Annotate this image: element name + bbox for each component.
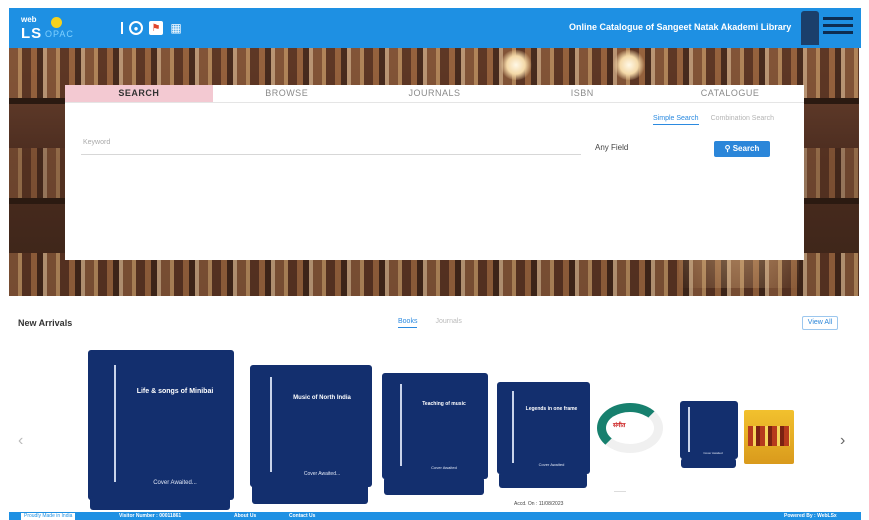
emblem-text-lines (823, 17, 853, 38)
book-author: Cover Awaited (703, 451, 723, 455)
book-author: Cover Awaited... (153, 480, 197, 486)
accession-caption: Accd. On : 11/08/2023 (514, 501, 564, 507)
book-author: Cover Awaited (538, 462, 565, 467)
book-spine (270, 377, 272, 473)
flag-icon[interactable]: ⚑ (149, 21, 163, 35)
logo-web-text: web (21, 15, 37, 24)
book-card[interactable]: Life & songs of Minibai Cover Awaited... (88, 350, 234, 500)
arrivals-tabs: Books Journals (398, 318, 462, 328)
tab-search[interactable]: SEARCH (65, 85, 213, 103)
book-card[interactable]: Teaching of music Cover Awaited (382, 373, 488, 479)
search-mode-links: Simple Search Combination Search (653, 115, 774, 125)
book-author: Cover Awaited (431, 465, 457, 470)
book-pages (384, 477, 484, 495)
weblsx-logo[interactable]: web LS OPAC (21, 14, 91, 44)
book-author: Cover Awaited... (303, 471, 341, 477)
search-button[interactable]: ⚲ Search (714, 141, 770, 157)
logo-ls-text: LS (21, 25, 43, 42)
ceiling-lamp (612, 50, 646, 80)
book-spine (400, 383, 402, 467)
logo-sun-icon (51, 17, 62, 28)
emblem-pillar-icon (801, 11, 819, 45)
book-title: Legends in one frame (525, 406, 578, 412)
top-header: web LS OPAC ● ⚑ ▦ Online Catalogue of Sa… (9, 8, 861, 48)
powered-by-text: Powered By : WebLSx (784, 513, 837, 519)
book-card[interactable]: Music of North India Cover Awaited... (250, 365, 372, 487)
book-pages (252, 484, 368, 504)
header-icon-group: ● ⚑ ▦ (121, 20, 183, 36)
book-card[interactable]: Cover Awaited (680, 401, 738, 459)
institution-emblem (799, 11, 855, 45)
cover-artwork (597, 403, 663, 453)
combination-search-link[interactable]: Combination Search (711, 115, 774, 125)
book-caption: ——— (614, 488, 626, 493)
tab-books[interactable]: Books (398, 318, 418, 328)
footer-bar: Proudly Made in India Visitor Number : 0… (9, 512, 861, 520)
site-title: Online Catalogue of Sangeet Natak Akadem… (569, 22, 792, 32)
book-title: Teaching of music (422, 401, 466, 407)
book-cover-image[interactable]: संगीत (597, 403, 663, 453)
carousel-next-icon[interactable]: › (840, 432, 845, 450)
book-spine (114, 365, 116, 482)
cover-artwork (748, 426, 790, 446)
user-icon[interactable]: ● (129, 21, 143, 35)
tab-isbn[interactable]: ISBN (508, 85, 657, 103)
carousel-prev-icon[interactable]: ‹ (18, 432, 23, 450)
visitor-counter: Visitor Number : 00011861 (119, 513, 182, 519)
tab-catalogue[interactable]: CATALOGUE (656, 85, 804, 103)
cover-artwork-text: संगीत (613, 423, 626, 429)
book-pages (90, 496, 230, 510)
made-in-india-badge: Proudly Made in India (21, 513, 76, 520)
search-icon: ⚲ (724, 144, 731, 153)
book-pages (681, 458, 736, 468)
book-pages (499, 472, 587, 488)
grid-icon[interactable]: ▦ (169, 21, 183, 35)
view-all-button[interactable]: View All (802, 316, 838, 330)
logo-sub-text: OPAC (45, 29, 74, 39)
search-panel: SEARCH BROWSE JOURNALS ISBN CATALOGUE Si… (65, 85, 804, 260)
tab-journals[interactable]: JOURNALS (360, 85, 509, 103)
contact-us-link[interactable]: Contact Us (289, 513, 315, 519)
search-tabs: SEARCH BROWSE JOURNALS ISBN CATALOGUE (65, 85, 804, 103)
field-select[interactable]: Any Field (595, 143, 628, 152)
book-spine (512, 391, 514, 463)
book-title: Life & songs of Minibai (136, 388, 214, 395)
simple-search-link[interactable]: Simple Search (653, 115, 699, 125)
new-arrivals-title: New Arrivals (18, 318, 73, 328)
book-card[interactable]: Legends in one frame Cover Awaited (497, 382, 590, 474)
keyword-input[interactable]: Keyword (81, 139, 581, 155)
about-us-link[interactable]: About Us (234, 513, 256, 519)
tab-browse[interactable]: BROWSE (212, 85, 361, 103)
book-cover-image[interactable] (744, 410, 794, 464)
search-button-label: Search (732, 144, 760, 153)
ceiling-lamp (499, 50, 533, 80)
header-divider (121, 22, 123, 34)
book-title: Music of North India (293, 395, 351, 401)
tab-journals-arrivals[interactable]: Journals (435, 318, 461, 328)
book-spine (688, 406, 690, 453)
